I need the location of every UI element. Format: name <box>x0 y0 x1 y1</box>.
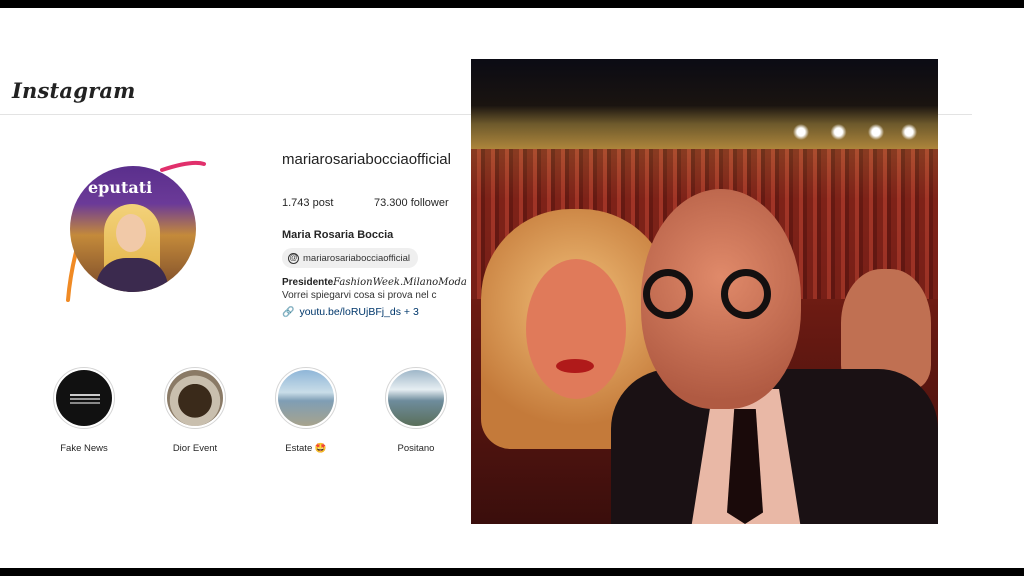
highlight-cover <box>385 367 447 429</box>
bio-link[interactable]: 🔗 youtu.be/loRUjBFj_ds + 3 <box>282 306 419 318</box>
avatar-caption: eputati <box>88 178 153 197</box>
bio-italic: FashionWeek.MilanoModa <box>333 277 467 288</box>
highlight-label: Positano <box>397 443 435 454</box>
followers-count[interactable]: 73.300 follower <box>374 197 449 209</box>
highlight-fake-news[interactable]: Fake News <box>44 367 124 454</box>
bio-bold: Presidente <box>282 277 334 288</box>
highlight-cover <box>53 367 115 429</box>
bio-line-1: PresidenteFashionWeek.MilanoModa <box>282 277 467 288</box>
highlight-label: Fake News <box>60 443 108 454</box>
threads-handle: mariarosariabocciaofficial <box>303 252 411 264</box>
profile-username: mariarosariabocciaofficial <box>282 151 451 168</box>
highlight-cover <box>275 367 337 429</box>
avatar-image: eputati <box>70 166 196 292</box>
threads-badge[interactable]: @ mariarosariabocciaofficial <box>282 248 419 268</box>
selfie-photo-overlay <box>471 59 938 524</box>
letterbox-bottom <box>0 568 1024 576</box>
posts-count: 1.743 post <box>282 197 334 209</box>
highlight-cover <box>164 367 226 429</box>
highlight-positano[interactable]: Positano <box>376 367 456 454</box>
highlight-label: Estate 🤩 <box>285 443 327 454</box>
profile-full-name: Maria Rosaria Boccia <box>282 229 394 241</box>
threads-icon: @ <box>288 252 299 264</box>
link-icon: 🔗 <box>282 306 295 318</box>
highlight-label: Dior Event <box>172 443 218 454</box>
highlight-dior-event[interactable]: Dior Event <box>155 367 235 454</box>
bio-line-2: Vorrei spiegarvi cosa si prova nel c <box>282 290 437 301</box>
instagram-logo[interactable]: Instagram <box>12 78 136 103</box>
letterbox-top <box>0 0 1024 8</box>
profile-avatar[interactable]: eputati <box>62 158 212 308</box>
highlight-estate[interactable]: Estate 🤩 <box>266 367 346 454</box>
bio-link-text[interactable]: youtu.be/loRUjBFj_ds + 3 <box>299 306 418 318</box>
